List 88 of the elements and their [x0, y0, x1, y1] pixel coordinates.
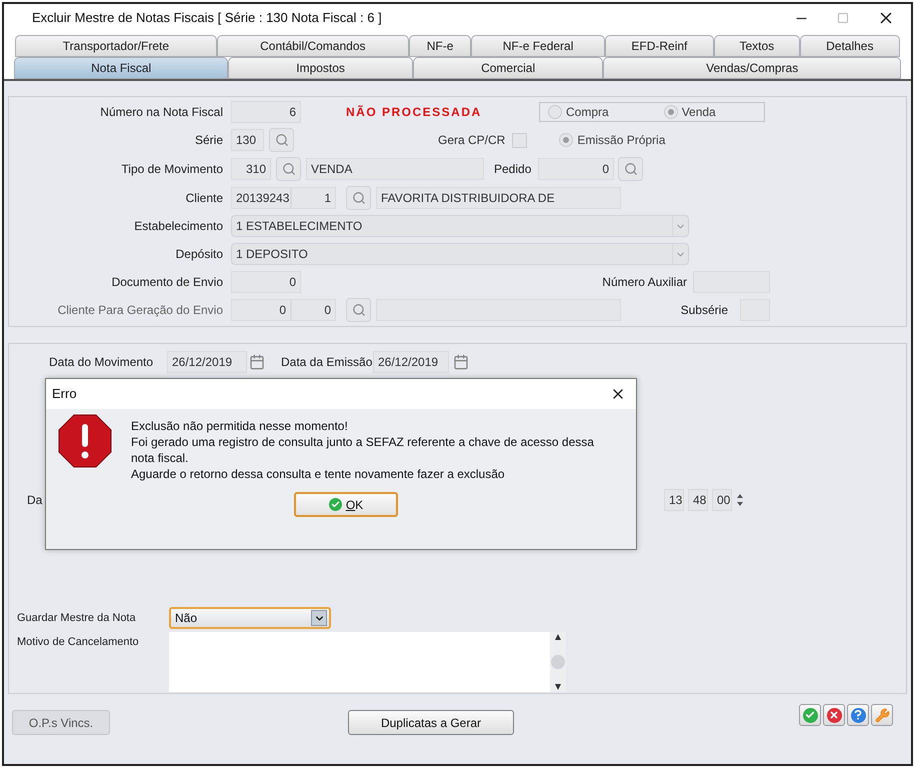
text-field[interactable]: 26/12/2019 [167, 351, 247, 373]
check-icon [802, 708, 818, 722]
maximize-icon[interactable] [837, 12, 849, 24]
wrench-button[interactable] [871, 704, 893, 726]
tab[interactable]: Vendas/Compras [603, 57, 901, 79]
text-field[interactable]: 26/12/2019 [373, 351, 449, 373]
dialog-message: Aguarde o retorno dessa consulta e tente novamente fazer a exclusão [131, 466, 506, 482]
text-field[interactable]: 0 [231, 270, 301, 293]
text-field[interactable]: FAVORITA DISTRIBUIDORA DE [376, 187, 621, 209]
wrench-icon [874, 708, 890, 722]
tab[interactable]: Impostos [228, 57, 413, 79]
text-field[interactable]: 0 [538, 158, 614, 180]
radio-button[interactable] [559, 133, 574, 147]
field-label: Guardar Mestre da Nota [17, 610, 137, 626]
time-field[interactable]: 13 [664, 489, 684, 511]
dialog-message: Exclusão não permitida nesse momento! [131, 418, 349, 434]
status-text: NÃO PROCESSADA [346, 104, 483, 121]
dialog-title: Erro [52, 385, 77, 404]
search-button[interactable] [618, 157, 643, 181]
check-icon [328, 498, 342, 511]
search-icon [624, 162, 638, 176]
duplicatas-button[interactable]: Duplicatas a Gerar [348, 710, 514, 735]
field-label: Depósito [174, 246, 224, 263]
close-button[interactable] [823, 704, 845, 726]
radio-button[interactable] [548, 105, 562, 119]
tab[interactable]: EFD-Reinf [604, 35, 714, 57]
tab[interactable]: Contábil/Comandos [216, 35, 409, 57]
help-button[interactable] [847, 704, 869, 726]
field-label: Série [194, 132, 224, 149]
field-label: Cliente Para Geração do Envio [56, 302, 224, 320]
checkbox[interactable] [512, 132, 528, 148]
error-icon [58, 414, 112, 468]
field-label: Cliente [184, 190, 224, 207]
tab[interactable]: Transportador/Frete [15, 35, 217, 57]
text-field[interactable]: 310 [231, 158, 271, 180]
text-field[interactable]: 6 [231, 101, 301, 123]
field-label: Estabelecimento [133, 218, 224, 236]
tab[interactable]: Nota Fiscal [14, 57, 228, 79]
field-label: Pedido [494, 161, 532, 178]
calendar-icon[interactable] [249, 354, 265, 370]
calendar-icon[interactable] [453, 354, 469, 370]
time-field[interactable]: 48 [688, 489, 708, 511]
search-button[interactable] [346, 298, 371, 322]
text-field[interactable]: 130 [231, 129, 264, 151]
search-button[interactable] [346, 186, 371, 210]
field-label: Data da Emissão [281, 354, 373, 371]
scroll-thumb[interactable] [551, 655, 565, 669]
time-field[interactable]: 00 [712, 489, 732, 511]
tab[interactable]: Textos [714, 35, 800, 57]
search-button[interactable] [269, 128, 294, 152]
window-title: Excluir Mestre de Notas Fiscais [ Série : 130 Nota Fiscal : 6 ] [32, 9, 382, 28]
tab[interactable]: Detalhes [800, 35, 900, 57]
ok-button[interactable]: OK [294, 492, 398, 517]
scroll-down-icon[interactable] [553, 682, 563, 692]
field-label: Subsérie [680, 302, 729, 320]
field-label: Tipo de Movimento [120, 161, 224, 178]
field-label: Data do Movimento [49, 354, 154, 371]
tab[interactable]: NF-e Federal [471, 35, 605, 57]
text-field[interactable]: VENDA [306, 158, 484, 180]
search-button[interactable] [276, 157, 301, 181]
search-icon [282, 162, 296, 176]
radio-button[interactable] [664, 105, 678, 119]
dialog-message: Foi gerado uma registro de consulta junto a SEFAZ referente a chave de acesso dessa nota fiscal. [131, 434, 595, 466]
radio-label: Compra [566, 104, 609, 121]
scrollbar[interactable] [550, 632, 566, 692]
text-field[interactable]: 20139243 [231, 187, 291, 209]
dropdown[interactable]: Não [169, 607, 331, 629]
field-label: Motivo de Cancelamento [17, 635, 140, 650]
help-icon [850, 708, 866, 722]
field-label: Número Auxiliar [602, 274, 688, 291]
field-label: Gera CP/CR [438, 132, 506, 149]
check-button[interactable] [799, 704, 821, 726]
spinner-icon[interactable] [736, 492, 744, 508]
radio-label: Emissão Própria [577, 132, 666, 149]
radio-label: Venda [682, 104, 716, 121]
close-icon [826, 708, 842, 722]
scroll-up-icon[interactable] [553, 632, 563, 642]
field-label: Número na Nota Fiscal [99, 104, 224, 121]
search-icon [274, 133, 288, 147]
field-label: Da [27, 492, 42, 509]
search-icon [352, 303, 366, 318]
tab[interactable]: NF-e [408, 35, 472, 57]
search-icon [352, 191, 366, 205]
tab[interactable]: Comercial [412, 57, 604, 79]
dropdown[interactable]: 1 ESTABELECIMENTO [231, 215, 689, 238]
text-field[interactable]: 1 [291, 187, 336, 209]
dropdown[interactable]: 1 DEPOSITO [231, 243, 689, 265]
field-label: Documento de Envio [110, 274, 224, 291]
